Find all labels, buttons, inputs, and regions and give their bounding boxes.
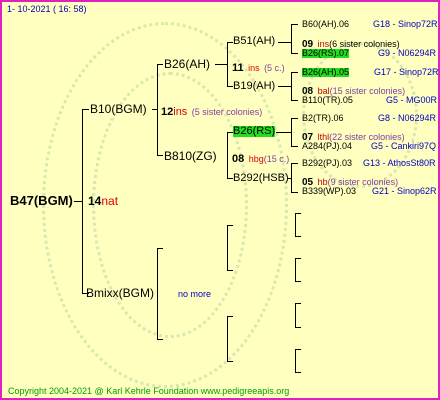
connector <box>227 316 228 362</box>
gen4-queen-highlighted[interactable]: B26(RS).07 <box>302 49 350 58</box>
connector <box>291 163 292 193</box>
gen4-ref: G5 - Cankiri97Q <box>371 141 437 151</box>
connector <box>291 118 298 119</box>
connector <box>295 303 301 304</box>
connector <box>157 339 163 340</box>
connector <box>215 64 227 65</box>
sire-generation: 12ins (5 sister colonies) <box>161 103 262 119</box>
connector <box>291 24 292 54</box>
sire-sire-queen[interactable]: B26(AH) <box>164 58 210 70</box>
connector <box>74 201 82 202</box>
connector <box>157 64 158 156</box>
copyright-footer: Copyright 2004-2021 @ Karl Kehrle Founda… <box>8 386 290 396</box>
gen4-queen[interactable]: B292(PJ).03 <box>302 159 352 168</box>
connector <box>291 118 292 147</box>
root-origin: nat <box>101 194 119 208</box>
connector <box>278 86 291 87</box>
sire-sire-generation-number: 11 <box>232 62 244 74</box>
connector <box>291 146 298 147</box>
connector <box>291 24 298 25</box>
gen4-ref: G13 - AthosSt80R <box>363 158 436 168</box>
gen4-queen[interactable]: A284(PJ).04 <box>302 142 352 151</box>
connector <box>227 361 233 362</box>
dam-note: no more <box>178 289 212 299</box>
pedigree-frame: 1- 10-2021 ( 16: 58) B47(BGM) 14nat B10(… <box>0 0 440 400</box>
sire-origin: ins <box>173 106 188 118</box>
connector <box>291 100 298 101</box>
connector <box>227 42 228 87</box>
connector <box>157 155 163 156</box>
sire-generation-number: 12 <box>161 106 174 118</box>
gen4-ref: G9 - N06294R <box>378 48 437 58</box>
sire-sire-sisters: (5 c.) <box>264 63 285 73</box>
gen3-queen-b292[interactable]: B292(HSB) <box>233 173 289 184</box>
gen4-queen[interactable]: B2(TR).06 <box>302 114 344 123</box>
connector <box>295 281 301 282</box>
gen4-queen[interactable]: B110(TR).05 <box>302 96 353 105</box>
timestamp: 1- 10-2021 ( 16: 58) <box>7 4 87 14</box>
dam-queen[interactable]: Bmixx(BGM) <box>86 287 154 299</box>
gen4-queen-highlighted[interactable]: B26(AH).05 <box>302 68 350 77</box>
connector <box>227 316 233 317</box>
connector <box>82 109 89 110</box>
sire-sisters: (5 sister colonies) <box>191 107 263 117</box>
gen3-queen-b51[interactable]: B51(AH) <box>233 36 275 47</box>
connector <box>295 213 296 237</box>
connector <box>295 303 296 328</box>
connector <box>295 258 301 259</box>
sire-dam-sisters: (15 c.) <box>263 154 290 164</box>
connector <box>295 372 301 373</box>
connector <box>295 327 301 328</box>
connector <box>227 270 233 271</box>
gen3-queen-b26rs[interactable]: B26(RS) <box>233 126 276 137</box>
sire-dam-origin: hbg <box>248 154 264 164</box>
connector <box>291 72 298 73</box>
connector <box>295 258 296 282</box>
root-generation-number: 14 <box>88 194 102 208</box>
connector <box>227 132 228 179</box>
connector <box>82 109 83 294</box>
connector <box>295 236 301 237</box>
connector <box>157 64 163 65</box>
connector <box>227 225 228 271</box>
gen4-ref: G18 - Sinop72R <box>373 19 438 29</box>
gen4-ref: G17 - Sinop72R <box>374 67 439 77</box>
connector <box>227 225 233 226</box>
gen4-ref: G8 - N06294R <box>378 113 437 123</box>
root-generation: 14nat <box>88 195 118 207</box>
sire-dam-generation: 08 hbg(15 c.) <box>232 150 289 166</box>
gen3-queen-b19[interactable]: B19(AH) <box>233 81 275 92</box>
root-queen[interactable]: B47(BGM) <box>10 194 73 207</box>
gen4-queen[interactable]: B339(WP).03 <box>302 187 356 196</box>
connector <box>278 42 291 43</box>
connector <box>291 163 298 164</box>
connector <box>291 53 298 54</box>
connector <box>295 213 301 214</box>
connector <box>157 248 158 340</box>
connector <box>276 132 291 133</box>
sire-queen[interactable]: B10(BGM) <box>90 103 147 115</box>
connector <box>291 72 292 101</box>
connector <box>295 349 296 373</box>
gen4-queen[interactable]: B60(AH).06 <box>302 20 349 29</box>
sire-sire-origin: ins <box>248 63 260 73</box>
connector <box>157 248 163 249</box>
sire-dam-queen[interactable]: B810(ZG) <box>164 150 217 162</box>
sire-sire-generation: 11 ins (5 c.) <box>232 59 285 75</box>
connector <box>291 192 298 193</box>
gen4-ref: G21 - Sinop62R <box>372 186 437 196</box>
sire-dam-generation-number: 08 <box>232 153 245 165</box>
connector <box>295 349 301 350</box>
gen4-ref: G5 - MG00R <box>386 95 438 105</box>
